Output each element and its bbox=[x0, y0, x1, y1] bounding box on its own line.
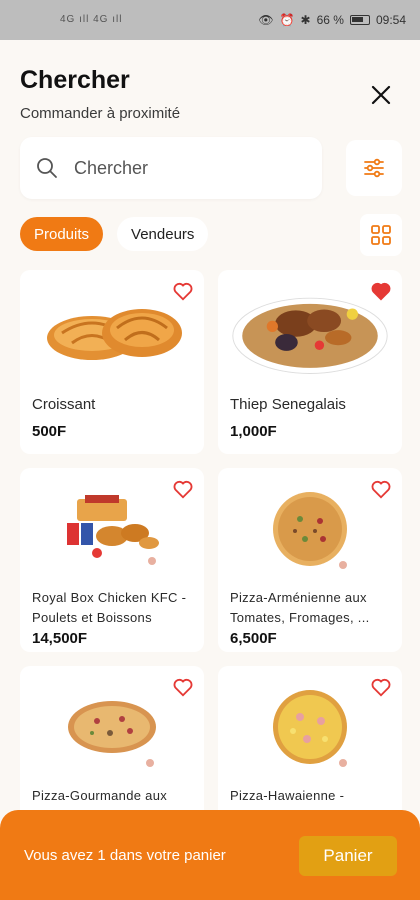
search-icon bbox=[37, 158, 57, 178]
signal-indicator: 4G ıll 4G ıll bbox=[60, 14, 123, 25]
chicken-box-image bbox=[67, 495, 159, 565]
alarm-icon: ⏰ bbox=[279, 13, 295, 27]
product-price: 6,500F bbox=[230, 630, 277, 647]
tab-vendeurs[interactable]: Vendeurs bbox=[117, 217, 209, 251]
product-card-pizza-armenienne[interactable]: Pizza-Arménienne aux Tomates, Fromages, … bbox=[218, 468, 402, 652]
cart-bar: Vous avez 1 dans votre panier Panier bbox=[0, 810, 420, 900]
product-image bbox=[32, 684, 192, 774]
product-price: 14,500F bbox=[32, 630, 88, 647]
clock: 09:54 bbox=[375, 13, 406, 27]
cart-message: Vous avez 1 dans votre panier bbox=[24, 846, 226, 864]
product-image bbox=[230, 684, 390, 774]
pizza-image bbox=[273, 492, 347, 569]
cart-button[interactable]: Panier bbox=[299, 836, 397, 876]
tab-produits[interactable]: Produits bbox=[20, 217, 104, 251]
product-name: Pizza-Arménienne aux Tomates, Fromages, … bbox=[230, 590, 370, 625]
product-card-croissant[interactable]: Croissant 500F bbox=[20, 270, 204, 454]
battery-percent: 66 % bbox=[316, 13, 344, 27]
product-card-kfc-box[interactable]: Royal Box Chicken KFC - Poulets et Boiss… bbox=[20, 468, 204, 652]
filter-button[interactable] bbox=[346, 140, 402, 196]
eye-icon: 👁 bbox=[258, 13, 274, 27]
search-bar[interactable] bbox=[20, 137, 322, 199]
product-price: 1,000F bbox=[230, 423, 277, 440]
heart-outline-icon[interactable] bbox=[172, 280, 194, 302]
product-image bbox=[32, 288, 192, 378]
product-name: Thiep Senegalais bbox=[230, 396, 346, 413]
bluetooth-icon: ✱ bbox=[300, 13, 311, 27]
category-tabs: Produits Vendeurs bbox=[20, 217, 209, 251]
search-input[interactable] bbox=[74, 157, 274, 179]
product-grid: Croissant 500F Thiep Senegalais 1,000F R… bbox=[20, 270, 402, 850]
grid-view-button[interactable] bbox=[360, 214, 402, 256]
pizza-image bbox=[273, 690, 347, 767]
product-name: Royal Box Chicken KFC - Poulets et Boiss… bbox=[32, 590, 187, 625]
page-title: Chercher bbox=[20, 66, 130, 94]
page-subtitle: Commander à proximité bbox=[20, 105, 181, 122]
battery-icon bbox=[349, 15, 370, 25]
pizza-image bbox=[68, 701, 156, 767]
product-image bbox=[230, 486, 390, 576]
filter-sliders-icon bbox=[364, 158, 384, 178]
status-bar: 4G ıll 4G ıll 👁 ⏰ ✱ 66 % 09:54 bbox=[0, 0, 420, 40]
heart-outline-icon[interactable] bbox=[370, 676, 392, 698]
heart-filled-icon[interactable] bbox=[370, 280, 392, 302]
close-icon[interactable] bbox=[370, 84, 392, 106]
product-name: Croissant bbox=[32, 396, 96, 413]
grid-icon bbox=[371, 225, 391, 245]
croissant-image bbox=[47, 309, 182, 360]
thiep-dish-image bbox=[232, 297, 388, 374]
heart-outline-icon[interactable] bbox=[172, 676, 194, 698]
heart-outline-icon[interactable] bbox=[370, 478, 392, 500]
page-header: Chercher Commander à proximité bbox=[20, 66, 400, 122]
product-image bbox=[32, 486, 192, 576]
product-card-thiep[interactable]: Thiep Senegalais 1,000F bbox=[218, 270, 402, 454]
product-price: 500F bbox=[32, 423, 67, 440]
heart-outline-icon[interactable] bbox=[172, 478, 194, 500]
product-image bbox=[230, 288, 390, 378]
